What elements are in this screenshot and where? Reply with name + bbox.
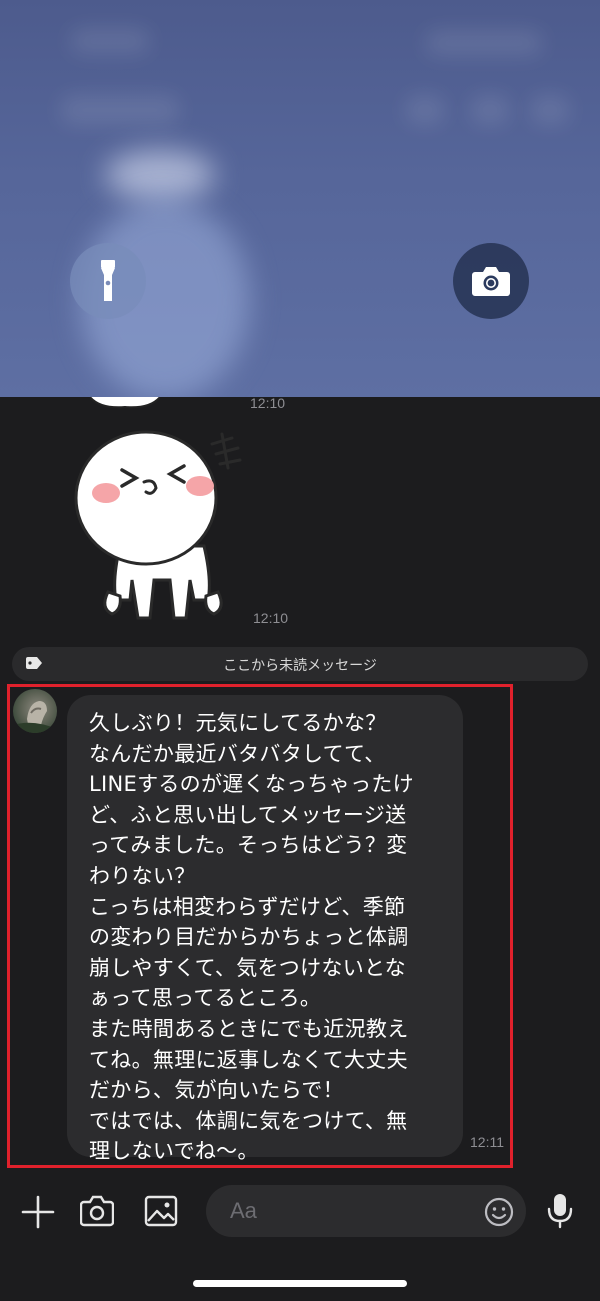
- message-text-line: LINEするのが遅くなっちゃったけ: [89, 772, 414, 797]
- blurred-status-right: [425, 30, 543, 56]
- unread-divider-label: ここから未読メッセージ: [223, 658, 377, 674]
- avatar[interactable]: [13, 689, 57, 733]
- message-bubble[interactable]: 久しぶり！元気にしてるかな？ なんだか最近バタバタしてて、 LINEするのが遅くなっ…: [67, 695, 463, 1163]
- flashlight-icon: [101, 260, 115, 301]
- message-time: 12:10: [253, 610, 289, 626]
- sticker-laughing-face[interactable]: [72, 430, 252, 626]
- flashlight-button[interactable]: [70, 243, 146, 319]
- message-time: 12:11: [470, 1134, 504, 1150]
- message-text-line: の変わり目だからかちょっと体調: [89, 925, 409, 950]
- message-text-line: ってみました。そっちはどう？変: [89, 833, 408, 858]
- emoji-icon[interactable]: [484, 1197, 514, 1227]
- message-text-line: 崩しやすくて、気をつけないとな: [89, 955, 406, 980]
- blurred-header-text: [60, 95, 180, 125]
- blurred-header-icon-2: [470, 95, 510, 125]
- microphone-icon[interactable]: [546, 1193, 574, 1229]
- image-icon[interactable]: [144, 1194, 178, 1228]
- notification-overlay: [0, 0, 600, 397]
- message-text-line: てね。無理に返事しなくて大丈夫: [89, 1047, 408, 1072]
- plus-icon[interactable]: [21, 1195, 55, 1229]
- message-text-line: ではでは、体調に気をつけて、無: [89, 1108, 408, 1133]
- message-text-line: なんだか最近バタバタしてて、: [89, 741, 386, 766]
- message-text-line: 理しないでね〜。: [89, 1139, 259, 1164]
- home-indicator: [193, 1280, 407, 1287]
- sticker-partial[interactable]: [80, 397, 170, 411]
- message-input[interactable]: Aa: [206, 1185, 526, 1237]
- camera-button[interactable]: [453, 243, 529, 319]
- camera-icon[interactable]: [80, 1195, 114, 1227]
- message-text-line: わりない？: [89, 863, 196, 888]
- message-text-line: こっちは相変わらずだけど、季節: [89, 894, 406, 919]
- unread-divider: ここから未読メッセージ: [12, 647, 588, 681]
- message-text-line: ぁって思ってるところ。: [89, 986, 322, 1011]
- blurred-shape: [105, 150, 215, 200]
- blurred-header-icon-1: [405, 95, 445, 125]
- avatar-image: [13, 701, 57, 733]
- blurred-status-left: [70, 28, 150, 54]
- blurred-header-icon-3: [530, 95, 570, 125]
- message-time: 12:10: [250, 395, 286, 411]
- message-input-placeholder: Aa: [230, 1198, 257, 1223]
- message-text-line: ど、ふと思い出してメッセージ送: [89, 802, 407, 827]
- message-text-line: 久しぶり！元気にしてるかな？: [89, 711, 387, 735]
- message-text-line: また時間あるときにでも近況教え: [89, 1016, 409, 1041]
- camera-icon: [472, 267, 510, 296]
- message-text-line: だから、気が向いたらで！: [89, 1078, 344, 1103]
